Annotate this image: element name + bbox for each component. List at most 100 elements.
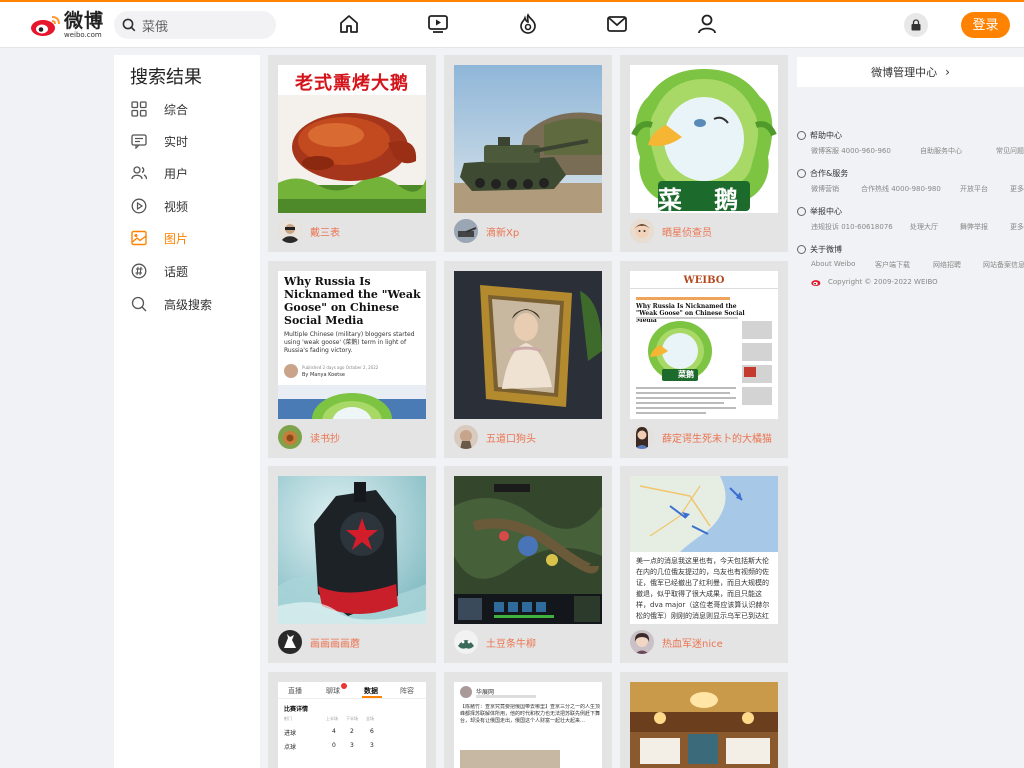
- result-image-cabbage-goose[interactable]: 菜 鹅: [630, 65, 778, 213]
- image-result-card[interactable]: 土豆条牛柳: [444, 466, 612, 663]
- result-image-tank[interactable]: [454, 65, 602, 213]
- result-username[interactable]: 滴新Xp: [486, 224, 519, 239]
- admin-center-link[interactable]: 微博管理中心 ›: [797, 57, 1024, 87]
- sidebar-item-video[interactable]: 视频: [130, 194, 250, 218]
- advanced-search-icon: [130, 295, 148, 313]
- avatar[interactable]: [278, 630, 302, 654]
- stats-tab-live: 直播: [288, 687, 302, 695]
- footer-link[interactable]: 网站备案信息: [983, 260, 1024, 270]
- result-username[interactable]: 晒星侦查员: [662, 224, 712, 239]
- result-username[interactable]: 画画画画蘑: [310, 635, 360, 650]
- home-icon[interactable]: [337, 12, 361, 36]
- footer-link[interactable]: 微博营销: [811, 184, 839, 194]
- sidebar-item-label: 用户: [164, 166, 189, 181]
- help-icon: [797, 131, 806, 140]
- footer-link[interactable]: 自助服务中心: [920, 146, 962, 156]
- result-username[interactable]: 热血军迷nice: [662, 635, 723, 650]
- footer-link[interactable]: About Weibo: [811, 260, 855, 268]
- chevron-right-icon: ›: [945, 65, 950, 79]
- sidebar-item-users[interactable]: 用户: [130, 161, 250, 185]
- avatar[interactable]: [630, 630, 654, 654]
- footer-link[interactable]: 更多: [1010, 184, 1024, 194]
- result-username[interactable]: 戴三表: [310, 224, 340, 239]
- stats-section-title: 比赛详情: [284, 706, 309, 713]
- image-result-card[interactable]: 滴新Xp: [444, 55, 612, 252]
- result-image-locomotive[interactable]: [278, 476, 426, 624]
- avatar[interactable]: [278, 425, 302, 449]
- copyright: Copyright © 2009-2022 WEIBO: [811, 277, 938, 287]
- lock-icon: [911, 19, 921, 31]
- search-box[interactable]: [114, 11, 276, 39]
- login-button[interactable]: 登录: [961, 12, 1010, 38]
- result-image-restaurant[interactable]: [630, 682, 778, 768]
- image-result-card[interactable]: WEIBO Why Russia Is Nicknamed the "Weak …: [620, 261, 788, 458]
- image-result-card[interactable]: 直播 聊球 数据 阵容 比赛详情 射门 上半场 下半场 全场 进球 4 2 6 …: [268, 672, 436, 768]
- image-result-card[interactable]: 华展网 【陈赌竹：查京究竟要把俄国带去哪里】查京三分之一的人生顶峰都择苏联解体所…: [444, 672, 612, 768]
- footer-link[interactable]: 合作热线 4000-980-980: [861, 184, 941, 194]
- result-image-article[interactable]: Why Russia Is Nicknamed the "Weak Goose"…: [278, 271, 426, 419]
- avatar[interactable]: [454, 630, 478, 654]
- footer-link[interactable]: 微博客服 4000-960-960: [811, 146, 891, 156]
- message-icon[interactable]: [605, 12, 629, 36]
- notification-badge: [341, 683, 347, 689]
- image-caption: 菜鹅: [678, 370, 694, 379]
- sidebar-item-comprehensive[interactable]: 综合: [130, 97, 250, 121]
- result-image-weibo-post[interactable]: 华展网 【陈赌竹：查京究竟要把俄国带去哪里】查京三分之一的人生顶峰都择苏联解体所…: [454, 682, 602, 768]
- sidebar-item-label: 图片: [164, 231, 189, 246]
- result-username[interactable]: 五道口狗头: [486, 430, 536, 445]
- image-result-card[interactable]: 菜 鹅 晒星侦查员: [620, 55, 788, 252]
- result-image-game-screenshot[interactable]: [454, 476, 602, 624]
- avatar[interactable]: [278, 219, 302, 243]
- grid-icon: [130, 100, 148, 118]
- image-result-card[interactable]: 老式熏烤大鹅 戴三表: [268, 55, 436, 252]
- footer-link[interactable]: 开放平台: [960, 184, 988, 194]
- result-image-portrait[interactable]: [454, 271, 602, 419]
- result-username[interactable]: 薛定谔生死未卜的大橘猫: [662, 430, 772, 445]
- footer-link[interactable]: 网络招聘: [933, 260, 961, 270]
- result-image-map-post[interactable]: 美一点的消息我这里也有，今天包括斯大伦在内的几位俄友提过的，乌友也有视频的佐证，…: [630, 476, 778, 624]
- avatar[interactable]: [454, 425, 478, 449]
- result-image-weibo-article[interactable]: WEIBO Why Russia Is Nicknamed the "Weak …: [630, 271, 778, 419]
- search-input[interactable]: [140, 16, 264, 34]
- footer-link[interactable]: 舞弊举报: [960, 222, 988, 232]
- handshake-icon: [797, 169, 806, 178]
- stats-tab-chat: 聊球: [326, 687, 340, 695]
- result-image-roast-goose[interactable]: 老式熏烤大鹅: [278, 65, 426, 213]
- weibo-small-logo-icon: [811, 280, 821, 287]
- image-result-card[interactable]: 画画画画蘑: [268, 466, 436, 663]
- post-text: 【陈赌竹：查京究竟要把俄国带去哪里】查京三分之一的人生顶峰都择苏联解体所用，他的…: [460, 704, 600, 724]
- avatar[interactable]: [454, 219, 478, 243]
- cooperation-section: 合作&服务: [797, 168, 848, 179]
- image-result-card[interactable]: 五道口狗头: [444, 261, 612, 458]
- image-result-card[interactable]: Why Russia Is Nicknamed the "Weak Goose"…: [268, 261, 436, 458]
- sidebar-item-label: 综合: [164, 102, 189, 117]
- search-icon: [122, 18, 136, 32]
- result-username[interactable]: 读书抄: [310, 430, 340, 445]
- stats-tab-lineup: 阵容: [400, 687, 414, 695]
- sidebar-item-realtime[interactable]: 实时: [130, 129, 250, 153]
- video-icon[interactable]: [426, 12, 450, 36]
- footer-link[interactable]: 违规投诉 010-60618076: [811, 222, 893, 232]
- weibo-logo[interactable]: 微博 weibo.com: [30, 10, 105, 40]
- result-username[interactable]: 土豆条牛柳: [486, 635, 536, 650]
- hot-icon[interactable]: [516, 12, 540, 36]
- article-meta: Published 2 days ago October 2, 2022: [302, 365, 379, 370]
- footer-link[interactable]: 处理大厅: [910, 222, 938, 232]
- avatar: [460, 686, 472, 698]
- image-result-card[interactable]: [620, 672, 788, 768]
- post-image: [460, 750, 560, 768]
- avatar[interactable]: [630, 219, 654, 243]
- avatar[interactable]: [630, 425, 654, 449]
- weibo-logo-icon: [31, 16, 60, 36]
- privacy-lock-button[interactable]: [904, 13, 928, 37]
- sidebar-item-images[interactable]: 图片: [130, 226, 250, 250]
- profile-icon[interactable]: [695, 12, 719, 36]
- footer-link[interactable]: 客户端下载: [875, 260, 910, 270]
- image-result-card[interactable]: 美一点的消息我这里也有，今天包括斯大伦在内的几位俄友提过的，乌友也有视频的佐证，…: [620, 466, 788, 663]
- result-image-match-stats[interactable]: 直播 聊球 数据 阵容 比赛详情 射门 上半场 下半场 全场 进球 4 2 6 …: [278, 682, 426, 768]
- sidebar-item-topics[interactable]: 话题: [130, 259, 250, 283]
- sidebar-title: 搜索结果: [130, 67, 202, 88]
- sidebar-item-advanced-search[interactable]: 高级搜索: [130, 292, 250, 316]
- footer-link[interactable]: 更多: [1010, 222, 1024, 232]
- footer-link[interactable]: 常见问题: [996, 146, 1024, 156]
